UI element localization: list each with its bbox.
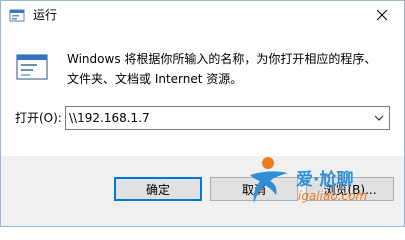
run-app-icon <box>9 8 25 24</box>
cancel-button[interactable]: 取消 <box>210 177 298 201</box>
run-app-icon <box>15 52 49 82</box>
open-input[interactable] <box>69 109 359 127</box>
description: Windows 将根据你所输入的名称，为你打开相应的程序、 文件夹、文档或 In… <box>67 49 397 89</box>
dropdown-button[interactable] <box>369 107 389 129</box>
close-button[interactable] <box>360 1 404 29</box>
description-line: 文件夹、文档或 Internet 资源。 <box>67 72 243 86</box>
window-title: 运行 <box>33 8 58 22</box>
run-dialog: 运行 Windows 将根据你所输入的名称，为你打开相应的程序、 文件夹、文档或… <box>0 0 405 227</box>
browse-button[interactable]: 浏览(B)... <box>306 177 394 201</box>
chevron-down-icon <box>374 115 384 121</box>
title-bar: 运行 <box>1 1 404 31</box>
open-label: 打开(O): <box>15 111 62 125</box>
close-icon <box>376 9 388 21</box>
dialog-body: Windows 将根据你所输入的名称，为你打开相应的程序、 文件夹、文档或 In… <box>1 31 404 156</box>
ok-button[interactable]: 确定 <box>114 177 202 201</box>
description-line: Windows 将根据你所输入的名称，为你打开相应的程序、 <box>67 52 377 66</box>
open-combobox[interactable] <box>65 106 390 130</box>
button-bar: 确定 取消 浏览(B)... <box>1 156 404 226</box>
